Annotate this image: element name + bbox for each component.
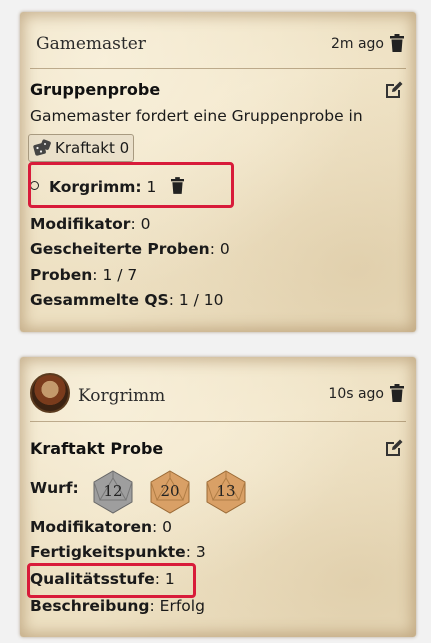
skill-chip-label: Kraftakt 0 (55, 139, 130, 157)
die-value: 20 (160, 482, 180, 500)
stat-row: Modifikator: 0 (30, 215, 151, 233)
highlight-box (27, 563, 196, 598)
dice-icon (33, 139, 51, 156)
die-value: 13 (216, 482, 236, 500)
die-value: 12 (103, 482, 123, 500)
stat-row: Fertigkeitspunkte: 3 (30, 543, 206, 561)
stat-row: Gescheiterte Proben: 0 (30, 240, 230, 258)
edit-icon[interactable] (384, 438, 404, 458)
skill-chip[interactable]: Kraftakt 0 (28, 134, 135, 162)
stat-row: Beschreibung: Erfolg (30, 597, 205, 615)
message-sender: Korgrimm (78, 386, 166, 406)
d20-die[interactable]: 12 (91, 470, 135, 514)
stat-row: Modifikatoren: 0 (30, 518, 173, 536)
highlight-box (28, 162, 234, 208)
stat-row: Gesammelte QS: 1 / 10 (30, 291, 224, 309)
d20-die[interactable]: 20 (148, 470, 192, 514)
message-description: Gamemaster fordert eine Gruppenprobe in (30, 107, 363, 125)
trash-icon[interactable] (390, 34, 404, 52)
message-sender: Gamemaster (36, 34, 146, 54)
d20-die[interactable]: 13 (204, 470, 248, 514)
avatar (30, 373, 70, 413)
edit-icon[interactable] (384, 80, 404, 100)
message-title: Kraftakt Probe (30, 439, 164, 458)
message-timestamp: 2m ago (330, 36, 384, 52)
message-title: Gruppenprobe (30, 80, 161, 99)
chat-message-card-gamemaster: Gamemaster 2m ago Gruppenprobe Gamemaste… (20, 12, 416, 332)
trash-icon[interactable] (390, 384, 404, 402)
roll-label: Wurf: (30, 479, 79, 497)
message-header: Gamemaster 2m ago (30, 24, 406, 69)
message-timestamp: 10s ago (328, 386, 384, 402)
message-header: Korgrimm 10s ago (30, 369, 406, 422)
stat-row: Proben: 1 / 7 (30, 266, 138, 284)
